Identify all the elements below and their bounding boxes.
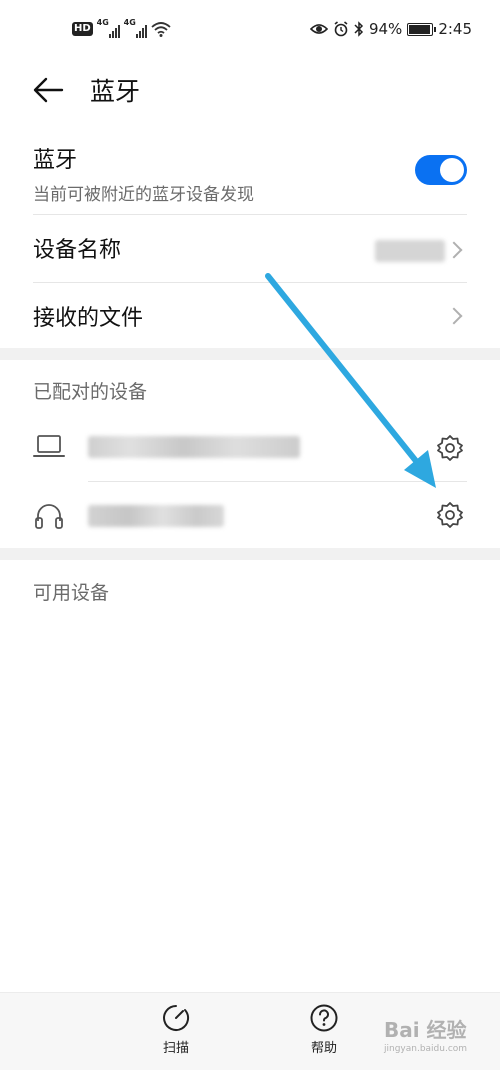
- arrow-left-icon: [33, 77, 64, 103]
- network-type: 4G: [123, 18, 136, 27]
- device-settings-button[interactable]: [436, 434, 464, 462]
- back-button[interactable]: [28, 70, 68, 110]
- battery-percent: 94%: [368, 20, 403, 38]
- scan-icon: [163, 1005, 190, 1031]
- device-name-value: [375, 240, 445, 262]
- headset-icon: [33, 501, 65, 535]
- section-separator: [0, 348, 500, 360]
- help-icon: [310, 1004, 338, 1032]
- bluetooth-row: 蓝牙 当前可被附近的蓝牙设备发现: [33, 142, 467, 205]
- hd-badge: HD: [72, 22, 93, 36]
- gear-icon: [437, 435, 463, 461]
- status-left: HD 4G 4G: [72, 18, 171, 39]
- signal-icon: 4G: [123, 18, 147, 38]
- divider: [88, 481, 467, 482]
- divider: [33, 214, 467, 215]
- received-files-row[interactable]: 接收的文件: [33, 300, 467, 332]
- divider: [33, 282, 467, 283]
- bluetooth-label: 蓝牙: [33, 148, 78, 173]
- wifi-icon: [151, 22, 171, 37]
- bluetooth-toggle[interactable]: [415, 155, 467, 185]
- laptop-icon: [33, 434, 65, 464]
- paired-devices-title: 已配对的设备: [33, 381, 148, 403]
- help-label: 帮助: [310, 1041, 337, 1056]
- paired-device-name: [88, 505, 224, 527]
- watermark-logo: Bai 经验: [384, 1018, 467, 1042]
- watermark-url: jingyan.baidu.com: [384, 1044, 468, 1054]
- network-type: 4G: [96, 18, 109, 27]
- bluetooth-icon: [354, 21, 364, 37]
- clock: 2:45: [438, 20, 472, 38]
- bluetooth-subtitle: 当前可被附近的蓝牙设备发现: [33, 185, 254, 205]
- signal-icon: 4G: [96, 18, 120, 38]
- device-settings-button[interactable]: [436, 501, 464, 529]
- paired-device-name: [88, 436, 300, 458]
- status-right: 94% 2:45: [309, 18, 472, 40]
- scan-label: 扫描: [162, 1041, 189, 1056]
- section-separator: [0, 548, 500, 560]
- scan-button[interactable]: 扫描: [146, 1003, 206, 1056]
- alarm-icon: [334, 21, 348, 37]
- gear-icon: [437, 502, 463, 528]
- received-files-label: 接收的文件: [33, 306, 144, 331]
- help-button[interactable]: 帮助: [294, 1003, 354, 1056]
- status-bar: HD 4G 4G 94% 2:45: [0, 0, 500, 58]
- battery-icon: [407, 22, 437, 36]
- available-devices-title: 可用设备: [33, 582, 110, 604]
- watermark: Bai 经验 jingyan.baidu.com: [378, 1014, 498, 1066]
- header: 蓝牙: [0, 58, 500, 120]
- page-title: 蓝牙: [90, 77, 141, 106]
- toggle-knob: [440, 158, 464, 182]
- eye-icon: [309, 24, 328, 34]
